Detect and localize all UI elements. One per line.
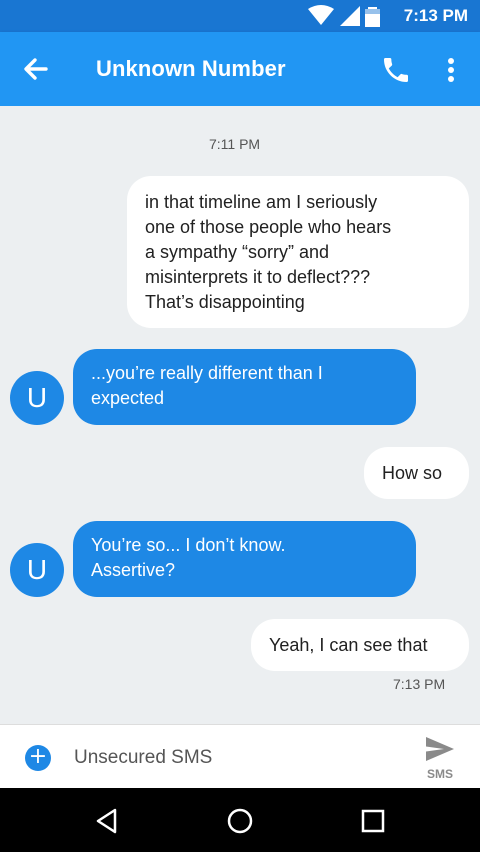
avatar[interactable]: U xyxy=(10,371,64,425)
status-bar: 7:13 PM xyxy=(0,0,480,32)
status-time: 7:13 PM xyxy=(403,6,468,25)
nav-home-button[interactable] xyxy=(225,806,255,836)
avatar[interactable]: U xyxy=(10,543,64,597)
message-bubble-incoming[interactable]: You’re so... I don’t know. Assertive? xyxy=(73,521,416,597)
arrow-left-icon xyxy=(24,58,48,80)
message-line: misinterprets it to deflect??? xyxy=(145,267,371,287)
message-input[interactable] xyxy=(74,743,394,773)
home-circle-icon xyxy=(227,808,253,834)
back-triangle-icon xyxy=(96,808,117,834)
message-line: How so xyxy=(382,463,443,483)
message-line: Assertive? xyxy=(91,560,176,580)
timestamp: 7:11 PM xyxy=(209,136,261,152)
signal-icon xyxy=(340,6,360,26)
message-line: ...you’re really different than I xyxy=(91,363,323,383)
message-line: That’s disappointing xyxy=(145,292,305,312)
message-bubble-outgoing[interactable]: How so xyxy=(364,447,469,499)
message-line: Yeah, I can see that xyxy=(269,635,428,655)
system-nav-bar xyxy=(0,788,480,852)
plus-circle-icon: + xyxy=(28,744,48,769)
message-bubble-incoming[interactable]: ...you’re really different than I expect… xyxy=(73,349,416,425)
status-icons xyxy=(306,5,396,27)
battery-icon xyxy=(365,7,380,27)
message-thread[interactable]: 7:11 PM in that timeline am I seriously … xyxy=(0,106,480,724)
send-label: SMS xyxy=(426,767,453,781)
add-attachment-button[interactable]: + xyxy=(25,745,51,771)
message-line: one of those people who hears xyxy=(145,217,392,237)
message-line: You’re so... I don’t know. xyxy=(91,535,286,555)
send-icon xyxy=(426,737,454,761)
nav-recents-button[interactable] xyxy=(358,806,388,836)
app-bar: Unknown Number xyxy=(0,32,480,106)
message-composer: + SMS xyxy=(0,724,480,788)
nav-back-button[interactable] xyxy=(92,806,122,836)
send-button[interactable]: SMS xyxy=(418,733,462,783)
message-line: in that timeline am I seriously xyxy=(145,192,378,212)
message-line: a sympathy “sorry” and xyxy=(145,242,330,262)
wifi-icon xyxy=(308,5,334,25)
message-line: expected xyxy=(91,388,165,408)
more-vert-icon xyxy=(448,58,454,82)
message-bubble-outgoing[interactable]: in that timeline am I seriously one of t… xyxy=(127,176,469,328)
call-button[interactable] xyxy=(380,54,412,86)
phone-icon xyxy=(384,58,408,82)
conversation-title: Unknown Number xyxy=(96,56,286,81)
message-bubble-outgoing[interactable]: Yeah, I can see that xyxy=(251,619,469,671)
more-options-button[interactable] xyxy=(436,54,466,86)
recents-square-icon xyxy=(361,809,385,833)
back-button[interactable] xyxy=(18,51,54,87)
timestamp: 7:13 PM xyxy=(393,676,446,692)
